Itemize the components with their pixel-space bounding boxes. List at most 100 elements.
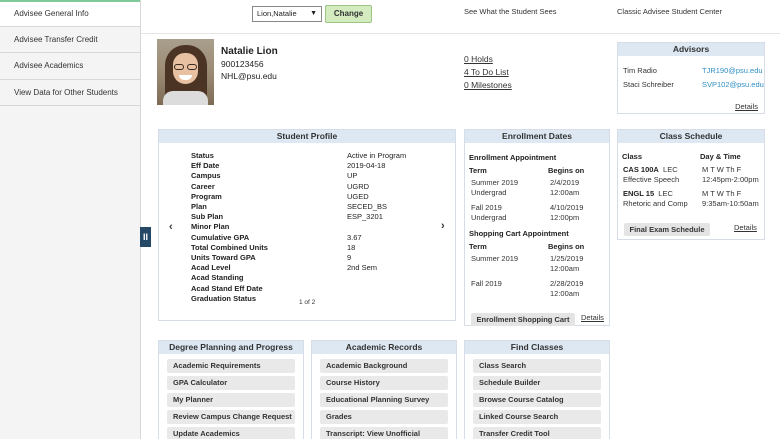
- top-bar: Lion,Natalie ▼ Change See What the Stude…: [141, 0, 780, 33]
- profile-row: Acad Standing: [191, 273, 481, 283]
- chevron-down-icon: ▼: [310, 10, 317, 17]
- advisor-email-link[interactable]: TJR190@psu.edu: [702, 66, 763, 75]
- profile-label: Campus: [191, 171, 221, 181]
- profile-value: Active in Program: [347, 151, 407, 160]
- enrollment-shopping-cart-button[interactable]: Enrollment Shopping Cart: [471, 313, 575, 326]
- milestones-link[interactable]: 0 Milestones: [464, 80, 512, 90]
- term-column-header: Term: [469, 166, 487, 175]
- student-email: NHL@psu.edu: [221, 71, 277, 81]
- profile-label: Minor Plan: [191, 222, 230, 232]
- profile-row: Status Active in Program: [191, 151, 481, 161]
- profile-row: Plan SECED_BS: [191, 202, 481, 212]
- begins-column-header: Begins on: [548, 166, 585, 175]
- profile-value: 2019-04-18: [347, 161, 386, 171]
- appointment-career: Undergrad: [471, 188, 507, 197]
- profile-label: Eff Date: [191, 161, 220, 171]
- profile-row: Units Toward GPA 9: [191, 253, 481, 263]
- student-photo: [157, 39, 214, 105]
- profile-label: Graduation Status: [191, 293, 257, 303]
- appointment-date: 2/4/2019: [550, 178, 580, 187]
- class-search-link[interactable]: Class Search: [473, 359, 601, 373]
- gpa-calculator-link[interactable]: GPA Calculator: [167, 376, 295, 390]
- course-history-link[interactable]: Course History: [320, 376, 448, 390]
- class-name: Effective Speech: [623, 175, 680, 184]
- change-button[interactable]: Change: [325, 5, 372, 23]
- chevron-right-icon[interactable]: ›: [441, 220, 445, 232]
- pause-bars-icon[interactable]: II: [140, 227, 151, 247]
- degree-planning-panel: Degree Planning and Progress Academic Re…: [158, 340, 304, 439]
- profile-pager: 1 of 2: [299, 299, 316, 306]
- advisors-panel: Advisors Tim Radio TJR190@psu.edu Staci …: [617, 42, 765, 114]
- see-what-student-sees-link[interactable]: See What the Student Sees: [464, 7, 557, 16]
- student-select-value: Lion,Natalie: [257, 9, 297, 18]
- class-days: M T W Th F: [702, 189, 742, 198]
- student-select[interactable]: Lion,Natalie ▼: [252, 6, 322, 22]
- class-code: CAS 100A: [623, 165, 659, 174]
- class-schedule-title: Class Schedule: [618, 130, 764, 143]
- educational-planning-survey-link[interactable]: Educational Planning Survey: [320, 393, 448, 407]
- academic-requirements-link[interactable]: Academic Requirements: [167, 359, 295, 373]
- appointment-date: 4/10/2019: [550, 203, 584, 212]
- cart-term: Fall 2019: [471, 279, 502, 288]
- class-type: LEC: [658, 189, 673, 198]
- degree-planning-title: Degree Planning and Progress: [159, 341, 303, 354]
- holds-link[interactable]: 0 Holds: [464, 54, 493, 64]
- profile-value: UGED: [347, 191, 369, 201]
- begins-column-header: Begins on: [548, 242, 585, 251]
- profile-label: Career: [191, 181, 215, 191]
- profile-row: Graduation Status: [191, 294, 481, 304]
- appointment-time: 12:00am: [550, 188, 580, 197]
- browse-course-catalog-link[interactable]: Browse Course Catalog: [473, 393, 601, 407]
- student-id: 900123456: [221, 59, 264, 69]
- profile-row: Minor Plan: [191, 222, 481, 232]
- advisor-email-link[interactable]: SVP102@psu.edu: [702, 80, 764, 89]
- appointment-career: Undergrad: [471, 213, 507, 222]
- find-classes-title: Find Classes: [465, 341, 609, 354]
- classic-student-center-link[interactable]: Classic Advisee Student Center: [617, 7, 722, 16]
- sidebar-item-general-info[interactable]: Advisee General Info: [0, 0, 140, 27]
- profile-value: SECED_BS: [347, 202, 388, 211]
- review-campus-change-link[interactable]: Review Campus Change Request: [167, 410, 295, 424]
- linked-course-search-link[interactable]: Linked Course Search: [473, 410, 601, 424]
- cart-term: Summer 2019: [471, 254, 519, 263]
- divider: [141, 33, 780, 34]
- profile-label: Acad Standing: [191, 273, 244, 283]
- enrollment-dates-title: Enrollment Dates: [465, 130, 609, 143]
- daytime-column-header: Day & Time: [700, 152, 741, 161]
- transfer-credit-tool-link[interactable]: Transfer Credit Tool: [473, 427, 601, 439]
- class-name: Rhetoric and Comp: [623, 199, 688, 208]
- advisors-details-link[interactable]: Details: [735, 102, 758, 111]
- final-exam-schedule-button[interactable]: Final Exam Schedule: [624, 223, 710, 236]
- chevron-left-icon[interactable]: ‹: [169, 221, 173, 233]
- update-academics-link[interactable]: Update Academics: [167, 427, 295, 439]
- class-time: 9:35am-10:50am: [702, 199, 759, 208]
- class-schedule-panel: Class Schedule Class Day & Time CAS 100A…: [617, 129, 765, 240]
- schedule-details-link[interactable]: Details: [734, 223, 757, 233]
- my-planner-link[interactable]: My Planner: [167, 393, 295, 407]
- student-profile-panel: Student Profile Status Active in Program E…: [158, 129, 456, 321]
- sidebar: Advisee General Info Advisee Transfer Cr…: [0, 0, 141, 439]
- enrollment-details-link[interactable]: Details: [581, 313, 604, 323]
- profile-label: Sub Plan: [191, 212, 224, 222]
- academic-background-link[interactable]: Academic Background: [320, 359, 448, 373]
- profile-row: Eff Date 2019-04-18: [191, 161, 481, 171]
- class-column-header: Class: [622, 152, 643, 161]
- profile-value: UGRD: [347, 181, 370, 191]
- appointment-term: Fall 2019: [471, 203, 502, 212]
- appointment-time: 12:00pm: [550, 213, 580, 222]
- sidebar-item-transfer-credit[interactable]: Advisee Transfer Credit: [0, 26, 140, 53]
- profile-row: Total Combined Units 18: [191, 243, 481, 253]
- schedule-builder-link[interactable]: Schedule Builder: [473, 376, 601, 390]
- sidebar-item-other-students[interactable]: View Data for Other Students: [0, 79, 140, 106]
- student-profile-title: Student Profile: [159, 130, 455, 143]
- grades-link[interactable]: Grades: [320, 410, 448, 424]
- profile-row: Acad Level 2nd Sem: [191, 263, 481, 273]
- class-type: LEC: [663, 165, 678, 174]
- profile-value: 3.67: [347, 232, 362, 242]
- advisors-title: Advisors: [618, 43, 764, 56]
- todo-list-link[interactable]: 4 To Do List: [464, 67, 509, 77]
- profile-label: Units Toward GPA: [191, 253, 256, 262]
- sidebar-item-academics[interactable]: Advisee Academics: [0, 53, 140, 80]
- class-time: 12:45pm-2:00pm: [702, 175, 759, 184]
- transcript-unofficial-link[interactable]: Transcript: View Unofficial: [320, 427, 448, 439]
